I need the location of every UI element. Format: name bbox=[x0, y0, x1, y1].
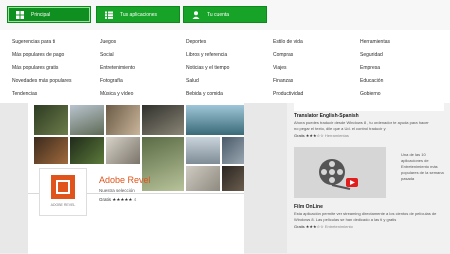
menu-column: Deportes Libros y referencia Noticias y … bbox=[186, 36, 229, 101]
menu-item[interactable]: Libros y referencia bbox=[186, 49, 229, 62]
menu-item[interactable]: Música y vídeo bbox=[100, 88, 135, 101]
menu-item[interactable]: Juegos bbox=[100, 36, 135, 49]
film-title[interactable]: Film OnLine bbox=[294, 204, 323, 210]
menu-item[interactable]: Viajes bbox=[273, 62, 303, 75]
translator-title[interactable]: Translator English-Spanish bbox=[294, 113, 359, 119]
menu-item[interactable]: Herramientas bbox=[360, 36, 390, 49]
menu-item[interactable]: Sugerencias para ti bbox=[12, 36, 71, 49]
featured-app-subtitle: Nuestra selección bbox=[99, 188, 135, 193]
adobe-revel-logo-icon bbox=[51, 175, 75, 199]
menu-item[interactable]: Bebida y comida bbox=[186, 88, 229, 101]
nav-button-tu-cuenta[interactable]: Tu cuenta bbox=[183, 6, 267, 23]
nav-button-tus-aplicaciones[interactable]: Tus aplicaciones bbox=[96, 6, 180, 23]
nav-button-principal[interactable]: Principal bbox=[7, 6, 91, 23]
rating-stars: ★★★★★ bbox=[112, 197, 133, 202]
adobe-revel-tile[interactable]: ADOBE REVEL bbox=[40, 169, 86, 215]
menu-item[interactable]: Deportes bbox=[186, 36, 229, 49]
user-icon bbox=[192, 10, 200, 19]
featured-app-rating: Gratis ★★★★★ 4 bbox=[99, 197, 136, 203]
photo-thumbnail bbox=[222, 137, 244, 164]
content-area: ADOBE REVEL Adobe Revel Nuestra selecció… bbox=[0, 103, 450, 254]
translator-description: Ahora puedes traducir desde Windows 8 , … bbox=[294, 120, 429, 131]
menu-item[interactable]: Entretenimiento bbox=[100, 62, 135, 75]
menu-column: Estilo de vida Compras Viajes Finanzas P… bbox=[273, 36, 303, 101]
nav-button-label: Tu cuenta bbox=[207, 11, 230, 18]
film-popularity-note: Una de las 10 aplicaciones de Entretenim… bbox=[401, 152, 444, 181]
price-label: Gratis bbox=[294, 133, 305, 138]
menu-item[interactable]: Novedades más populares bbox=[12, 75, 71, 88]
photo-thumbnail bbox=[106, 137, 140, 164]
menu-column: Herramientas Seguridad Empresa Educación… bbox=[360, 36, 390, 101]
menu-item[interactable]: Productividad bbox=[273, 88, 303, 101]
photo-thumbnail bbox=[106, 105, 140, 135]
price-label: Gratis bbox=[294, 224, 305, 229]
category-menu: Sugerencias para ti Más populares de pag… bbox=[0, 30, 450, 103]
menu-item[interactable]: Social bbox=[100, 49, 135, 62]
nav-button-label: Principal bbox=[31, 11, 51, 18]
film-description: Esta aplicación permite ver streaming di… bbox=[294, 211, 437, 222]
tile-caption: ADOBE REVEL bbox=[50, 203, 76, 207]
photo-thumbnail bbox=[186, 137, 220, 164]
film-online-tile[interactable] bbox=[294, 147, 386, 198]
photo-thumbnail bbox=[70, 105, 104, 135]
apps-list-icon bbox=[105, 11, 113, 19]
price-label: Gratis bbox=[99, 197, 112, 202]
photo-thumbnail bbox=[70, 137, 104, 164]
photo-thumbnail bbox=[186, 166, 220, 191]
home-grid-icon bbox=[16, 10, 24, 19]
menu-item[interactable]: Fotografía bbox=[100, 75, 135, 88]
featured-app-title[interactable]: Adobe Revel bbox=[99, 175, 151, 185]
film-reel-icon bbox=[294, 147, 386, 198]
menu-column: Sugerencias para ti Más populares de pag… bbox=[12, 36, 71, 101]
translator-tile[interactable] bbox=[294, 103, 444, 111]
photo-thumbnail bbox=[142, 105, 184, 135]
rating-stars: ★★★☆☆ bbox=[305, 133, 324, 138]
photo-thumbnail bbox=[34, 105, 68, 135]
menu-item[interactable]: Estilo de vida bbox=[273, 36, 303, 49]
menu-item[interactable]: Tendencias bbox=[12, 88, 71, 101]
menu-item[interactable]: Más populares gratis bbox=[12, 62, 71, 75]
nav-button-label: Tus aplicaciones bbox=[120, 11, 158, 18]
category-label: Herramientas bbox=[324, 133, 349, 138]
photo-thumbnail bbox=[222, 166, 244, 191]
menu-item[interactable]: Empresa bbox=[360, 62, 390, 75]
film-rating: Gratis ★★★☆☆ Entretenimiento bbox=[294, 224, 353, 229]
category-label: Entretenimiento bbox=[324, 224, 353, 229]
rating-stars: ★★★☆☆ bbox=[305, 224, 324, 229]
translator-rating: Gratis ★★★☆☆ Herramientas bbox=[294, 133, 349, 138]
menu-item[interactable]: Finanzas bbox=[273, 75, 303, 88]
rating-count: 4 bbox=[133, 197, 137, 202]
menu-item[interactable]: Gobierno bbox=[360, 88, 390, 101]
menu-item[interactable]: Salud bbox=[186, 75, 229, 88]
menu-column: Juegos Social Entretenimiento Fotografía… bbox=[100, 36, 135, 101]
menu-item[interactable]: Más populares de pago bbox=[12, 49, 71, 62]
menu-item[interactable]: Educación bbox=[360, 75, 390, 88]
menu-item[interactable]: Compras bbox=[273, 49, 303, 62]
photo-thumbnail bbox=[34, 137, 68, 164]
menu-item[interactable]: Noticias y el tiempo bbox=[186, 62, 229, 75]
photo-thumbnail bbox=[186, 105, 244, 135]
menu-item[interactable]: Seguridad bbox=[360, 49, 390, 62]
top-nav-bar: Principal Tus aplicaciones Tu cuenta bbox=[0, 0, 450, 30]
